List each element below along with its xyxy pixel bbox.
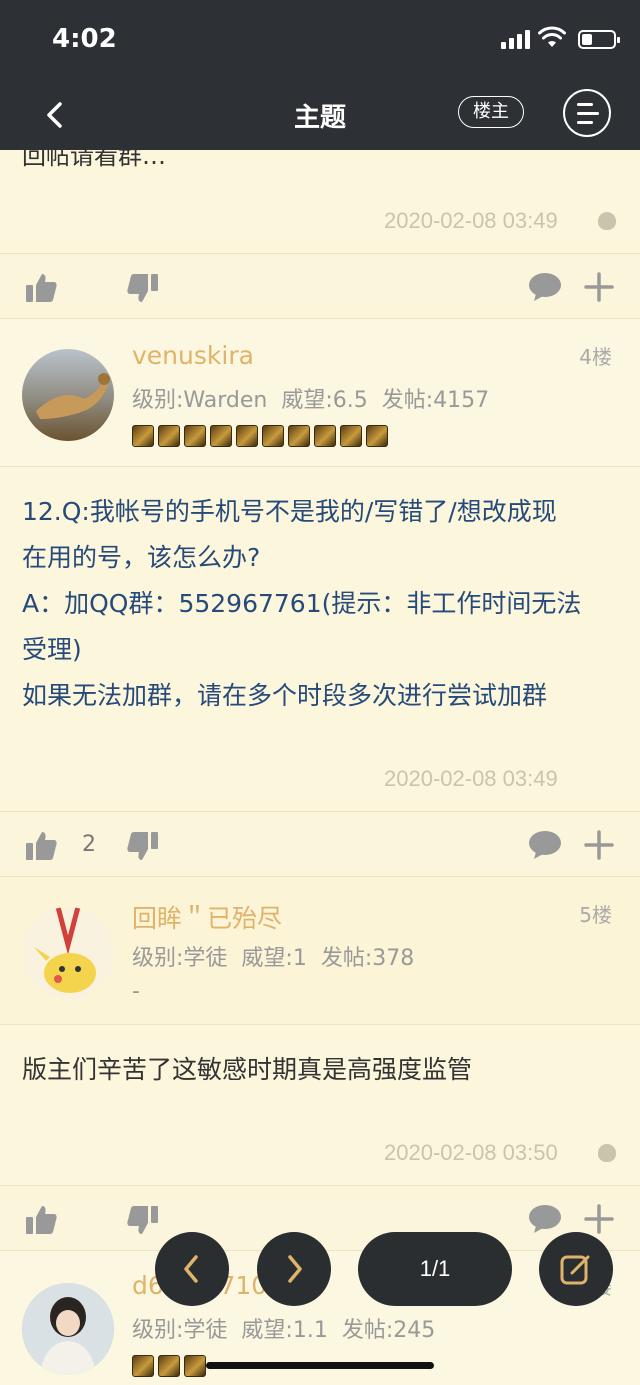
dislike-icon[interactable]	[126, 830, 160, 862]
user-level: 级别:学徒	[132, 1318, 228, 1343]
user-post-count: 发帖:378	[320, 946, 415, 971]
nav-bar: 主题 楼主	[0, 80, 640, 150]
add-icon[interactable]	[584, 272, 614, 302]
status-bar: 4:02	[0, 0, 640, 80]
post-header: 回眸＂已殆尽 5楼 级别:学徒 威望:1 发帖:378 -	[0, 877, 640, 1025]
avatar[interactable]	[22, 349, 114, 441]
like-count: 2	[82, 832, 96, 857]
chevron-left-icon	[184, 1255, 198, 1283]
user-stats: 级别:学徒 威望:1 发帖:378	[132, 940, 414, 972]
user-badges	[132, 425, 388, 447]
chevron-right-icon	[288, 1255, 302, 1283]
user-post-count: 发帖:4157	[381, 388, 490, 413]
dislike-icon[interactable]	[126, 1204, 160, 1236]
badge-icon	[184, 425, 206, 447]
badge-icon	[132, 1355, 154, 1377]
badge-icon	[132, 425, 154, 447]
badge-icon	[236, 425, 258, 447]
badge-icon	[158, 425, 180, 447]
post-time: 2020-02-08 03:49	[384, 766, 558, 791]
status-time: 4:02	[52, 24, 117, 54]
badge-icon	[340, 425, 362, 447]
username[interactable]: 回眸＂已殆尽	[132, 899, 282, 935]
post-action-bar	[0, 254, 640, 318]
user-prestige: 威望:6.5	[281, 388, 368, 413]
prev-page-button[interactable]	[155, 1232, 229, 1306]
badge-icon	[366, 425, 388, 447]
badge-icon	[210, 425, 232, 447]
post-time: 2020-02-08 03:50	[384, 1140, 558, 1165]
wifi-icon	[538, 26, 566, 47]
battery-icon	[578, 30, 620, 49]
like-icon[interactable]	[24, 272, 58, 304]
post-list: 回帖请看群… 2020-02-08 03:49 venuskira 4楼 级别:…	[0, 150, 640, 1385]
post-action-bar: 2	[0, 812, 640, 876]
apple-icon	[598, 1144, 616, 1162]
badge-icon	[314, 425, 336, 447]
user-post-count: 发帖:245	[341, 1318, 436, 1343]
user-signature: -	[132, 979, 140, 1004]
user-prestige: 威望:1	[241, 946, 307, 971]
comment-icon[interactable]	[528, 272, 562, 302]
avatar[interactable]	[22, 907, 114, 999]
next-page-button[interactable]	[257, 1232, 331, 1306]
post-action-bar	[0, 1186, 640, 1250]
avatar[interactable]	[22, 1283, 114, 1375]
post-time: 2020-02-08 03:49	[384, 208, 558, 233]
badge-icon	[288, 425, 310, 447]
badge-icon	[158, 1355, 180, 1377]
user-prestige: 威望:1.1	[241, 1318, 328, 1343]
apple-icon	[598, 212, 616, 230]
post-body-cut: 回帖请看群…	[22, 150, 166, 170]
menu-button[interactable]	[563, 89, 611, 137]
user-stats: 级别:Warden 威望:6.5 发帖:4157	[132, 382, 489, 414]
edit-icon	[560, 1255, 590, 1285]
like-icon[interactable]	[24, 1204, 58, 1236]
comment-icon[interactable]	[528, 830, 562, 860]
post-header: venuskira 4楼 级别:Warden 威望:6.5 发帖:4157	[0, 319, 640, 467]
reply-button[interactable]	[539, 1232, 613, 1306]
home-indicator	[206, 1362, 434, 1369]
page-indicator-button[interactable]: 1/1	[358, 1232, 512, 1306]
user-badges	[132, 1355, 206, 1377]
badge-icon	[262, 425, 284, 447]
user-stats: 级别:学徒 威望:1.1 发帖:245	[132, 1312, 435, 1344]
dislike-icon[interactable]	[126, 272, 160, 304]
like-icon[interactable]	[24, 830, 58, 862]
floor-number: 4楼	[579, 345, 612, 369]
add-icon[interactable]	[584, 830, 614, 860]
add-icon[interactable]	[584, 1204, 614, 1234]
menu-icon	[577, 103, 593, 106]
user-level: 级别:学徒	[132, 946, 228, 971]
post-body: 12.Q:我帐号的手机号不是我的/写错了/想改成现 在用的号，该怎么办? A：加…	[22, 497, 582, 710]
username[interactable]: venuskira	[132, 341, 254, 370]
page-title: 主题	[293, 103, 346, 133]
cellular-signal-icon	[501, 30, 530, 49]
comment-icon[interactable]	[528, 1204, 562, 1234]
post-body: 版主们辛苦了这敏感时期真是高强度监管	[22, 1055, 473, 1084]
badge-icon	[184, 1355, 206, 1377]
user-level: 级别:Warden	[132, 388, 268, 413]
op-only-button[interactable]: 楼主	[458, 96, 524, 128]
floor-number: 5楼	[579, 903, 612, 927]
